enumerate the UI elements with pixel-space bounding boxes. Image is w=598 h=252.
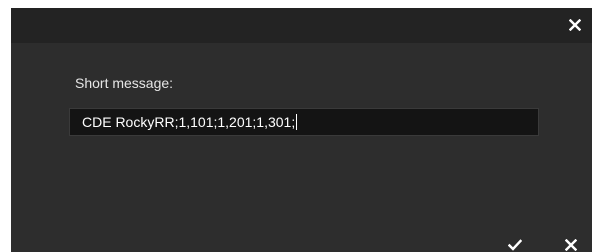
short-message-label: Short message: <box>75 75 174 91</box>
short-message-input-value: CDE RockyRR;1,101;1,201;1,301; <box>82 114 296 130</box>
text-caret <box>296 114 298 130</box>
title-close-button[interactable] <box>564 14 586 36</box>
close-icon <box>565 238 577 251</box>
confirm-button[interactable] <box>500 237 530 252</box>
cancel-button[interactable] <box>556 237 586 252</box>
short-message-dialog: Short message: CDE RockyRR;1,101;1,201;1… <box>11 8 592 252</box>
checkmark-icon <box>508 238 522 251</box>
dialog-titlebar <box>11 8 592 43</box>
close-icon <box>569 19 581 31</box>
short-message-input[interactable]: CDE RockyRR;1,101;1,201;1,301; <box>69 108 539 136</box>
